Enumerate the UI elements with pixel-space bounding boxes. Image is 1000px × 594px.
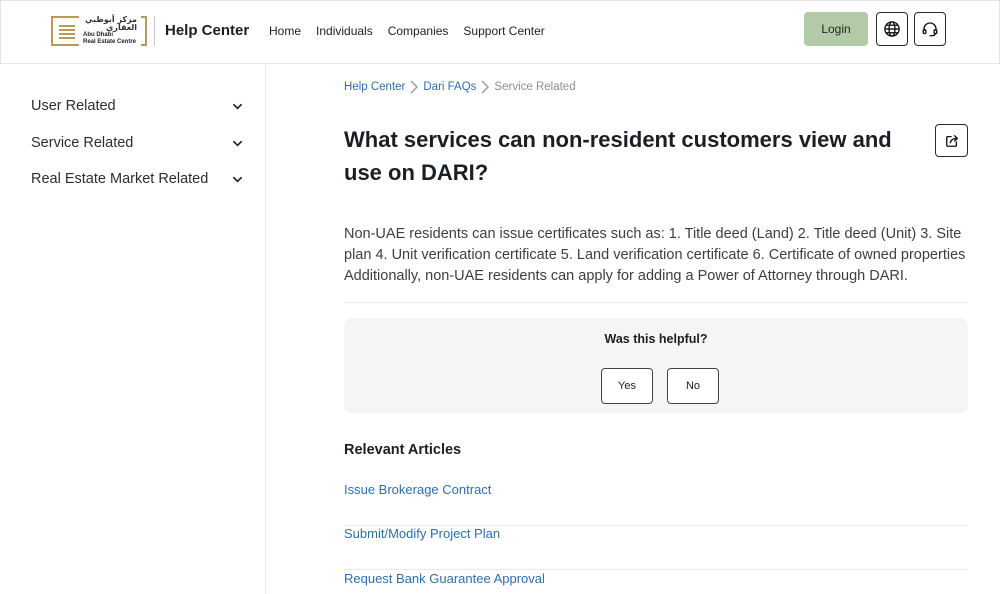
nav-support-center[interactable]: Support Center [463, 24, 544, 38]
logo-mark [51, 16, 79, 46]
globe-icon [884, 21, 900, 37]
breadcrumb-dari-faqs[interactable]: Dari FAQs [423, 81, 476, 93]
list-item: Issue Brokerage Contract [344, 482, 968, 526]
header-divider [154, 16, 155, 46]
feedback-question: Was this helpful? [604, 332, 708, 346]
page-title: What services can non-resident customers… [344, 127, 892, 185]
breadcrumb-current: Service Related [494, 81, 576, 93]
feedback-yes-button[interactable]: Yes [601, 368, 653, 404]
login-button[interactable]: Login [804, 12, 868, 46]
chevron-down-icon [231, 173, 243, 185]
share-icon [945, 134, 958, 147]
logo-bracket [141, 16, 147, 46]
sidebar-item-label: Real Estate Market Related [31, 171, 209, 187]
breadcrumb-help-center[interactable]: Help Center [344, 81, 405, 93]
nav-home[interactable]: Home [269, 24, 301, 38]
top-header: مركز أبوظبي العقاري Abu Dhabi Real Estat… [0, 0, 1000, 64]
sidebar-item-service-related[interactable]: Service Related [31, 133, 243, 153]
sidebar-item-label: Service Related [31, 135, 134, 151]
logo-english-text: Abu Dhabi Real Estate Centre [83, 32, 137, 45]
feedback-no-button[interactable]: No [667, 368, 719, 404]
main-nav: Home Individuals Companies Support Cente… [269, 24, 560, 38]
list-item: Submit/Modify Project Plan [344, 526, 968, 570]
nav-individuals[interactable]: Individuals [316, 24, 373, 38]
relevant-articles-heading: Relevant Articles [344, 442, 462, 458]
language-button[interactable] [876, 12, 908, 46]
breadcrumb: Help Center Dari FAQs Service Related [344, 79, 576, 95]
list-item: Request Bank Guarantee Approval [344, 571, 968, 594]
divider [344, 302, 968, 303]
support-button[interactable] [914, 12, 946, 46]
chevron-down-icon [231, 100, 243, 112]
relevant-article-link[interactable]: Issue Brokerage Contract [344, 482, 491, 497]
brand-title[interactable]: Help Center [165, 22, 249, 39]
chevron-down-icon [231, 137, 243, 149]
sidebar-item-user-related[interactable]: User Related [31, 96, 243, 116]
sidebar-item-real-estate-market-related[interactable]: Real Estate Market Related [31, 169, 243, 189]
answer-text: Non-UAE residents can issue certificates… [344, 226, 966, 284]
feedback-panel: Was this helpful? Yes No [344, 318, 968, 413]
nav-companies[interactable]: Companies [388, 24, 449, 38]
share-button[interactable] [935, 124, 968, 157]
sidebar-item-label: User Related [31, 98, 116, 114]
adrec-logo[interactable]: مركز أبوظبي العقاري Abu Dhabi Real Estat… [51, 16, 147, 46]
chevron-right-icon [480, 79, 490, 95]
faq-sidebar: User Related Service Related Real Estate… [0, 64, 266, 594]
relevant-article-link[interactable]: Submit/Modify Project Plan [344, 526, 500, 541]
headset-icon [922, 22, 938, 37]
chevron-right-icon [409, 79, 419, 95]
relevant-article-link[interactable]: Request Bank Guarantee Approval [344, 571, 545, 586]
logo-arabic-text: مركز أبوظبي العقاري [85, 15, 137, 32]
